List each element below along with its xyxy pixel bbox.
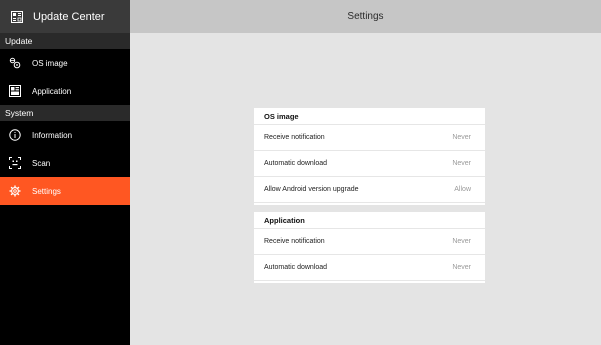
- section-header-system: System: [0, 105, 130, 121]
- setting-row-receive-notification[interactable]: Receive notification Never: [254, 124, 485, 150]
- setting-value: Never: [452, 264, 471, 271]
- setting-label: Receive notification: [264, 134, 325, 141]
- setting-row-receive-notification[interactable]: Receive notification Never: [254, 228, 485, 254]
- gear-icon: [9, 185, 21, 197]
- sidebar-item-scan[interactable]: Scan: [0, 149, 130, 177]
- sidebar-item-information[interactable]: Information: [0, 121, 130, 149]
- sidebar-item-label: Scan: [32, 158, 51, 168]
- setting-value: Never: [452, 134, 471, 141]
- card-title: OS image: [264, 111, 299, 121]
- setting-value: Allow: [454, 186, 471, 193]
- scan-icon: [9, 157, 21, 169]
- card-divider: [254, 280, 485, 283]
- app-header: Update Center: [0, 0, 130, 33]
- setting-label: Allow Android version upgrade: [264, 186, 359, 193]
- os-image-settings-card: OS image Receive notification Never Auto…: [254, 108, 485, 205]
- sidebar-item-application[interactable]: Application: [0, 77, 130, 105]
- application-icon: [9, 85, 21, 97]
- setting-label: Receive notification: [264, 238, 325, 245]
- sidebar-item-os-image[interactable]: OS image: [0, 49, 130, 77]
- update-center-icon: [11, 10, 23, 23]
- setting-row-allow-android-upgrade[interactable]: Allow Android version upgrade Allow: [254, 176, 485, 202]
- setting-value: Never: [452, 160, 471, 167]
- section-header-update: Update: [0, 33, 130, 49]
- setting-row-automatic-download[interactable]: Automatic download Never: [254, 150, 485, 176]
- setting-label: Automatic download: [264, 264, 328, 271]
- application-settings-card: Application Receive notification Never A…: [254, 212, 485, 283]
- app-title: Update Center: [33, 10, 105, 23]
- sidebar-item-label: Information: [32, 130, 73, 140]
- sidebar-item-label: Settings: [32, 186, 61, 196]
- card-divider: [254, 202, 485, 205]
- sidebar-item-label: OS image: [32, 58, 68, 68]
- setting-row-automatic-download[interactable]: Automatic download Never: [254, 254, 485, 280]
- sidebar-item-settings[interactable]: Settings: [0, 177, 130, 205]
- page-title: Settings: [130, 0, 601, 33]
- info-icon: [9, 129, 21, 141]
- setting-label: Automatic download: [264, 160, 328, 167]
- sidebar-item-label: Application: [32, 86, 72, 96]
- card-title: Application: [264, 215, 305, 225]
- sidebar: Update Center Update OS image Applicatio…: [0, 0, 130, 345]
- setting-value: Never: [452, 238, 471, 245]
- os-image-icon: [9, 57, 21, 69]
